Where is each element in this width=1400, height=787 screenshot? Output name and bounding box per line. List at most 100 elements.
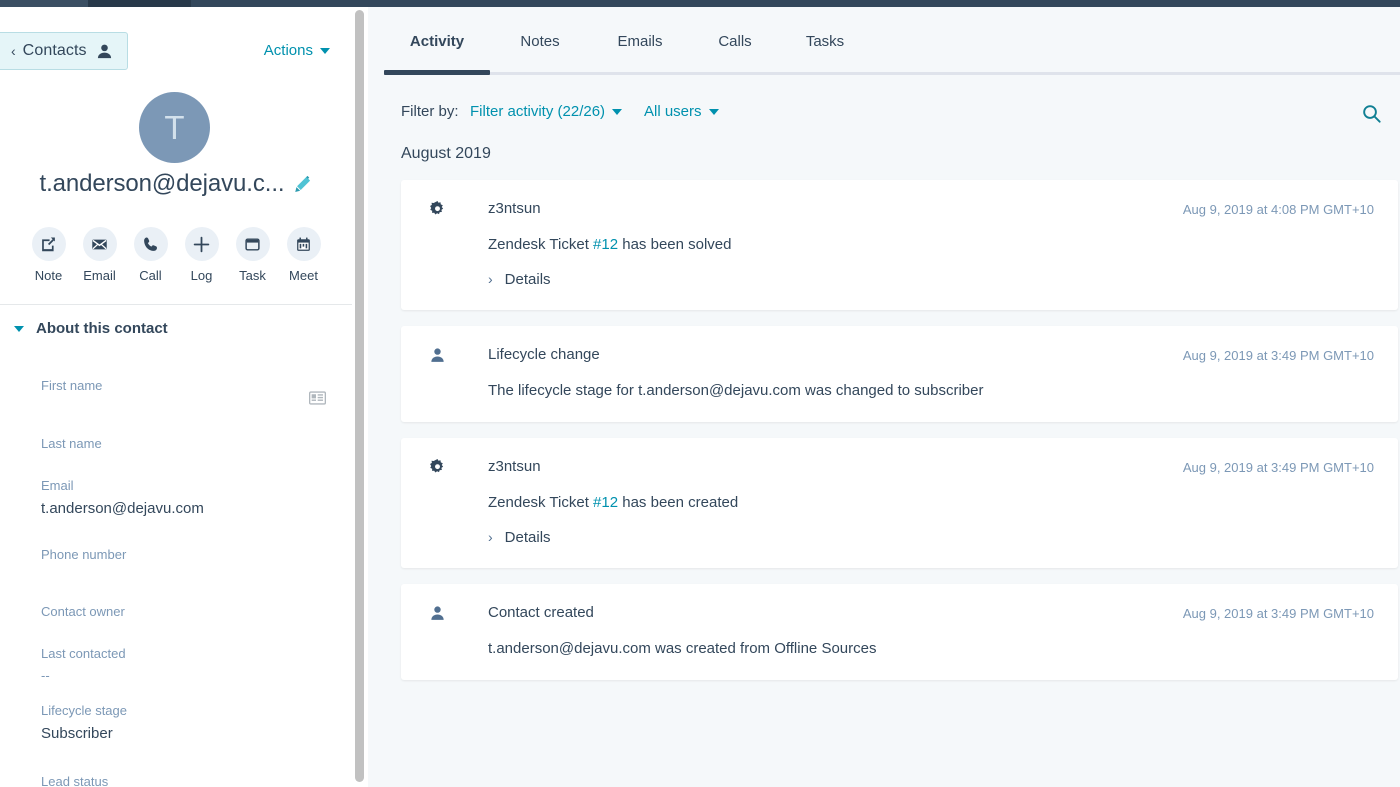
actions-menu-button[interactable]: Actions xyxy=(264,42,330,59)
field-label: Last contacted xyxy=(41,646,126,661)
field-value: Subscriber xyxy=(41,725,113,742)
pencil-icon[interactable] xyxy=(293,175,312,194)
calendar-icon xyxy=(286,227,321,261)
phone-icon xyxy=(133,227,168,261)
entry-title: z3ntsun xyxy=(488,200,541,217)
quick-action-call[interactable]: Call xyxy=(133,227,169,283)
gear-icon xyxy=(429,201,453,218)
quick-action-email[interactable]: Email xyxy=(82,227,118,283)
field-contact-owner[interactable]: Contact owner xyxy=(41,605,331,647)
tab-tasks[interactable]: Tasks xyxy=(780,33,870,50)
contact-name-row: t.anderson@dejavu.c... xyxy=(0,170,352,198)
quick-action-note[interactable]: Note xyxy=(31,227,67,283)
field-phone-number[interactable]: Phone number xyxy=(41,548,331,605)
quick-action-label: Log xyxy=(190,268,213,283)
quick-action-task[interactable]: Task xyxy=(235,227,271,283)
chevron-right-icon: › xyxy=(488,271,493,287)
details-label: Details xyxy=(504,528,551,546)
person-icon xyxy=(96,43,113,60)
timeline-entry[interactable]: Lifecycle change Aug 9, 2019 at 3:49 PM … xyxy=(401,325,1398,422)
field-label: Email xyxy=(41,478,74,493)
tab-active-indicator xyxy=(384,70,490,75)
filter-bar: Filter by: Filter activity (22/26) All u… xyxy=(368,95,1400,135)
back-button-label: Contacts xyxy=(22,42,87,59)
entry-timestamp: Aug 9, 2019 at 3:49 PM GMT+10 xyxy=(1182,347,1374,363)
chrome-segment-2 xyxy=(88,0,191,7)
avatar: T xyxy=(139,92,210,163)
field-last-contacted[interactable]: Last contacted -- xyxy=(41,647,331,704)
entry-body: t.anderson@dejavu.com was created from O… xyxy=(488,639,877,657)
entry-details-toggle[interactable]: › Details xyxy=(488,529,1374,546)
chevron-right-icon: › xyxy=(488,529,493,545)
timeline-entry[interactable]: z3ntsun Aug 9, 2019 at 4:08 PM GMT+10 Ze… xyxy=(401,180,1398,310)
field-email[interactable]: Email t.anderson@dejavu.com xyxy=(41,479,331,548)
avatar-initial: T xyxy=(164,108,185,146)
chrome-segment-1 xyxy=(0,0,88,7)
contact-record-page: ‹ Contacts Actions T t.anderson@dejavu.c… xyxy=(0,0,1400,787)
quick-action-meet[interactable]: Meet xyxy=(286,227,322,283)
envelope-icon xyxy=(82,227,117,261)
entry-timestamp: Aug 9, 2019 at 3:49 PM GMT+10 xyxy=(1182,605,1374,621)
field-last-name[interactable]: Last name xyxy=(41,437,331,479)
field-label: Contact owner xyxy=(41,604,125,619)
tab-emails[interactable]: Emails xyxy=(590,33,690,50)
quick-action-log[interactable]: Log xyxy=(184,227,220,283)
field-value: -- xyxy=(41,668,50,683)
search-icon[interactable] xyxy=(1361,103,1382,124)
note-icon xyxy=(31,227,66,261)
timeline-entry[interactable]: z3ntsun Aug 9, 2019 at 3:49 PM GMT+10 Ze… xyxy=(401,438,1398,568)
quick-action-label: Note xyxy=(34,268,63,283)
sidebar-scrollbar[interactable] xyxy=(352,7,368,787)
tab-notes[interactable]: Notes xyxy=(490,33,590,50)
quick-action-label: Call xyxy=(139,268,162,283)
field-value: t.anderson@dejavu.com xyxy=(41,500,204,517)
user-filter-label: All users xyxy=(644,103,702,120)
user-filter-dropdown[interactable]: All users xyxy=(644,103,719,120)
page-title: t.anderson@dejavu.c... xyxy=(39,170,285,197)
activity-filter-dropdown[interactable]: Filter activity (22/26) xyxy=(470,103,623,120)
plus-icon xyxy=(184,227,219,261)
field-lead-status[interactable]: Lead status xyxy=(41,775,331,787)
filter-by-label: Filter by: xyxy=(401,103,459,120)
entry-body: The lifecycle stage for t.anderson@dejav… xyxy=(488,381,984,399)
tab-underline-track xyxy=(384,72,1400,75)
sidebar-divider xyxy=(0,304,352,305)
chevron-down-icon xyxy=(320,47,330,54)
scrollbar-thumb[interactable] xyxy=(355,10,364,782)
entry-timestamp: Aug 9, 2019 at 3:49 PM GMT+10 xyxy=(1182,460,1374,475)
entry-title: Contact created xyxy=(488,603,594,621)
chevron-down-icon xyxy=(708,108,719,115)
ticket-link[interactable]: #12 xyxy=(593,236,618,253)
entry-title: z3ntsun xyxy=(488,458,541,475)
tab-list: Activity Notes Emails Calls Tasks xyxy=(384,33,870,50)
tab-bar: Activity Notes Emails Calls Tasks xyxy=(368,7,1400,76)
entry-timestamp: Aug 9, 2019 at 4:08 PM GMT+10 xyxy=(1182,202,1374,217)
task-card-icon xyxy=(235,227,270,261)
chrome-segment-3 xyxy=(191,0,427,7)
entry-body-suffix: has been created xyxy=(618,494,739,511)
entry-body-prefix: Zendesk Ticket xyxy=(488,236,594,253)
activity-filter-label: Filter activity (22/26) xyxy=(470,103,606,120)
quick-action-label: Task xyxy=(239,268,266,283)
chevron-left-icon: ‹ xyxy=(11,43,16,59)
contact-sidebar: ‹ Contacts Actions T t.anderson@dejavu.c… xyxy=(0,7,352,787)
entry-details-toggle[interactable]: › Details xyxy=(488,271,1374,288)
actions-label: Actions xyxy=(263,42,313,59)
about-section-header[interactable]: About this contact xyxy=(0,320,352,337)
field-label: Last name xyxy=(41,436,102,451)
tab-activity[interactable]: Activity xyxy=(384,33,490,50)
ticket-link[interactable]: #12 xyxy=(593,494,618,511)
chevron-down-icon xyxy=(612,108,623,115)
entry-body-prefix: Zendesk Ticket xyxy=(488,494,594,511)
timeline-entry[interactable]: Contact created Aug 9, 2019 at 3:49 PM G… xyxy=(401,583,1398,680)
contact-person-icon xyxy=(429,347,453,364)
about-fields: First name Last name Email t.anderson@de… xyxy=(41,379,331,787)
tab-calls[interactable]: Calls xyxy=(690,33,780,50)
about-section-title: About this contact xyxy=(36,320,168,337)
field-first-name[interactable]: First name xyxy=(41,379,331,437)
timeline-list: z3ntsun Aug 9, 2019 at 4:08 PM GMT+10 Ze… xyxy=(401,180,1398,696)
quick-action-label: Meet xyxy=(289,268,318,283)
entry-body: Zendesk Ticket #12 has been solved xyxy=(488,235,1374,255)
back-to-contacts-button[interactable]: ‹ Contacts xyxy=(0,32,128,70)
field-lifecycle-stage[interactable]: Lifecycle stage Subscriber xyxy=(41,704,331,775)
